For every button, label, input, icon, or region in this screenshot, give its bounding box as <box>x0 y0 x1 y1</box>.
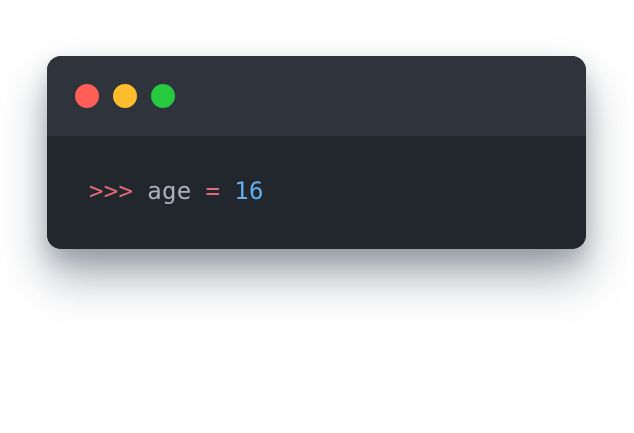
maximize-window-button[interactable] <box>151 84 175 108</box>
code-line: >>> age = 16 <box>89 176 264 206</box>
close-window-button[interactable] <box>75 84 99 108</box>
variable-name: age <box>147 177 192 205</box>
minimize-window-button[interactable] <box>113 84 137 108</box>
terminal-window: >>> age = 16 <box>47 56 586 249</box>
title-bar <box>47 56 586 136</box>
assignment-operator: = <box>205 177 221 205</box>
number-literal: 16 <box>234 177 264 205</box>
code-area: >>> age = 16 <box>47 136 586 249</box>
page: >>> age = 16 <box>0 0 634 433</box>
repl-prompt: >>> <box>89 177 134 205</box>
